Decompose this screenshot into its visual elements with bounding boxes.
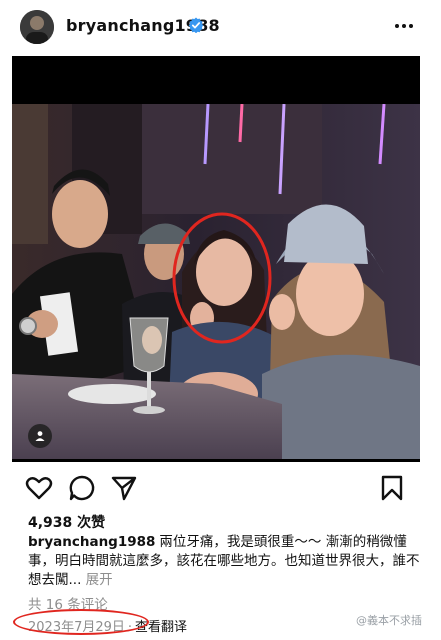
action-bar	[0, 470, 441, 504]
caption-username[interactable]: bryanchang1988	[28, 534, 155, 550]
heart-icon[interactable]	[25, 474, 53, 502]
user-tag-button[interactable]	[28, 424, 52, 448]
share-icon[interactable]	[110, 474, 138, 502]
avatar[interactable]	[20, 10, 54, 44]
comment-icon[interactable]	[68, 474, 96, 502]
caption-expand-link[interactable]: 展开	[86, 572, 113, 588]
post-header: bryanchang1988	[0, 0, 441, 52]
bookmark-icon[interactable]	[378, 474, 406, 502]
more-options-button[interactable]	[387, 14, 421, 38]
post-image-frame[interactable]	[12, 56, 420, 462]
post-photo	[12, 104, 420, 459]
annotation-circle	[13, 609, 149, 635]
watermark: @義本不求插	[356, 614, 422, 627]
verified-badge-icon	[188, 17, 204, 33]
more-icon	[395, 24, 413, 28]
user-tag-icon	[35, 431, 45, 441]
likes-count[interactable]: 4,938 次赞	[28, 512, 105, 532]
post-caption: bryanchang1988 兩位牙痛，我是頭很重～～ 漸漸的稍微懂事，明白時間就…	[28, 533, 423, 590]
